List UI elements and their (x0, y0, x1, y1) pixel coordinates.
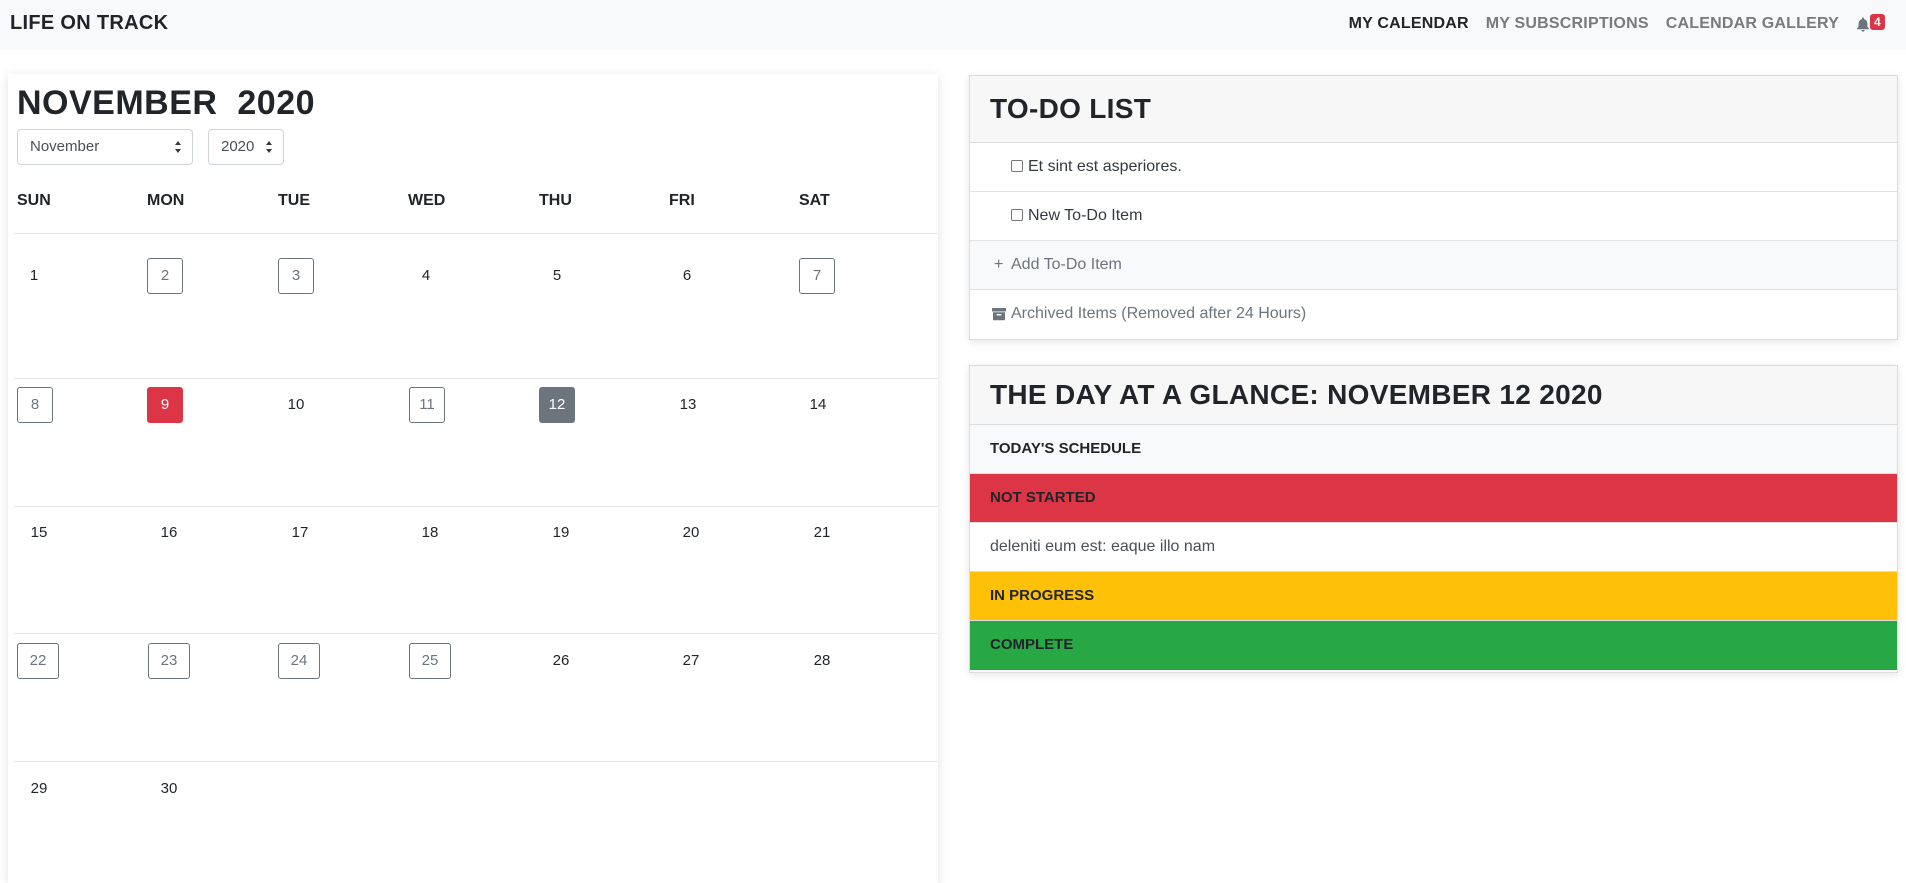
add-todo-button[interactable]: + Add To-Do Item (970, 241, 1897, 290)
day-cell[interactable]: 19 (543, 515, 579, 551)
day-cell[interactable]: 6 (669, 258, 705, 294)
day-cell[interactable]: 28 (804, 643, 840, 679)
day-cell[interactable]: 21 (804, 515, 840, 551)
bell-icon (1857, 17, 1869, 32)
nav-calendar-gallery[interactable]: CALENDAR GALLERY (1666, 15, 1839, 33)
divider (14, 633, 938, 634)
weekday-sat: SAT (799, 192, 830, 209)
day-cell-has-events[interactable]: 23 (148, 643, 190, 679)
divider (14, 233, 938, 234)
day-glance-panel: THE DAY AT A GLANCE: NOVEMBER 12 2020 TO… (969, 365, 1898, 673)
notifications-button[interactable]: 4 (1856, 14, 1885, 34)
day-cell-has-events[interactable]: 22 (17, 643, 59, 679)
brand-logo[interactable]: LIFE ON TRACK (10, 12, 168, 35)
day-cell[interactable]: 10 (278, 387, 314, 423)
weekday-mon: MON (147, 192, 185, 209)
schedule-item[interactable]: deleniti eum est: eaque illo nam (970, 523, 1897, 572)
day-cell[interactable]: 17 (282, 515, 318, 551)
day-cell[interactable]: 30 (151, 771, 187, 807)
todo-item[interactable]: New To-Do Item (970, 192, 1897, 241)
todo-item-label: New To-Do Item (1028, 207, 1143, 224)
add-todo-label: Add To-Do Item (1011, 256, 1122, 273)
nav-links: MY CALENDAR MY SUBSCRIPTIONS CALENDAR GA… (1332, 14, 1885, 34)
day-cell[interactable]: 20 (673, 515, 709, 551)
day-cell[interactable]: 27 (673, 643, 709, 679)
day-cell[interactable]: 29 (21, 771, 57, 807)
weekday-wed: WED (408, 192, 446, 209)
calendar-title: NOVEMBER 2020 (17, 84, 315, 123)
nav-my-calendar[interactable]: MY CALENDAR (1349, 15, 1469, 33)
weekday-tue: TUE (278, 192, 310, 209)
day-cell[interactable]: 16 (151, 515, 187, 551)
select-arrows-icon (175, 141, 181, 153)
weekday-thu: THU (539, 192, 572, 209)
notification-badge: 4 (1870, 14, 1885, 30)
complete-header: COMPLETE (970, 621, 1897, 670)
weekday-sun: SUN (17, 192, 51, 209)
calendar-title-month: NOVEMBER (17, 84, 218, 122)
day-cell[interactable]: 13 (670, 387, 706, 423)
todo-item[interactable]: Et sint est asperiores. (970, 143, 1897, 192)
calendar-title-year: 2020 (237, 84, 316, 122)
in-progress-header: IN PROGRESS (970, 572, 1897, 621)
day-cell-today[interactable]: 9 (147, 387, 183, 423)
todo-item-label: Et sint est asperiores. (1028, 158, 1182, 175)
day-cell[interactable]: 15 (21, 515, 57, 551)
day-cell-has-events[interactable]: 2 (147, 258, 183, 294)
todo-panel: TO-DO LIST Et sint est asperiores. New T… (969, 75, 1898, 340)
nav-my-subscriptions[interactable]: MY SUBSCRIPTIONS (1486, 15, 1649, 33)
not-started-header: NOT STARTED (970, 474, 1897, 523)
day-cell-has-events[interactable]: 7 (799, 258, 835, 294)
archived-items-label: Archived Items (Removed after 24 Hours) (1011, 305, 1307, 322)
month-select[interactable]: November (17, 129, 193, 165)
archive-box-icon (992, 308, 1006, 321)
plus-icon: + (994, 256, 1004, 273)
year-select[interactable]: 2020 (208, 129, 284, 165)
weekday-fri: FRI (669, 192, 695, 209)
todays-schedule-header: TODAY'S SCHEDULE (970, 425, 1897, 474)
divider (14, 378, 938, 379)
day-cell[interactable]: 18 (412, 515, 448, 551)
day-cell-has-events[interactable]: 24 (278, 643, 320, 679)
day-cell-has-events[interactable]: 8 (17, 387, 53, 423)
select-arrows-icon (266, 141, 272, 153)
archived-items-link[interactable]: Archived Items (Removed after 24 Hours) (970, 290, 1897, 339)
year-select-value: 2020 (221, 138, 255, 155)
divider (14, 761, 938, 762)
todo-checkbox[interactable] (1011, 160, 1023, 172)
navbar: LIFE ON TRACK MY CALENDAR MY SUBSCRIPTIO… (0, 0, 1906, 50)
todo-title: TO-DO LIST (970, 76, 1897, 143)
day-cell[interactable]: 5 (539, 258, 575, 294)
day-cell-selected[interactable]: 12 (539, 387, 575, 423)
day-cell-has-events[interactable]: 3 (278, 258, 314, 294)
day-cell-has-events[interactable]: 25 (409, 643, 451, 679)
month-select-value: November (30, 138, 100, 155)
day-cell-has-events[interactable]: 11 (409, 387, 445, 423)
day-glance-title: THE DAY AT A GLANCE: NOVEMBER 12 2020 (970, 366, 1897, 425)
day-cell[interactable]: 14 (800, 387, 836, 423)
calendar-card: NOVEMBER 2020 November 2020 SUN MON TUE … (8, 74, 938, 883)
day-cell[interactable]: 1 (16, 258, 52, 294)
day-cell[interactable]: 26 (543, 643, 579, 679)
divider (14, 506, 938, 507)
todo-checkbox[interactable] (1011, 209, 1023, 221)
day-cell[interactable]: 4 (408, 258, 444, 294)
